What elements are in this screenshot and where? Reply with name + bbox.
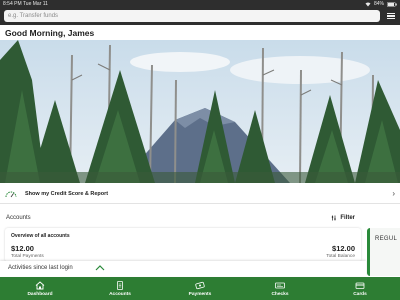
status-bar: 8:54 PM Tue Mar 11 84% xyxy=(0,0,400,8)
activities-bar[interactable]: Activities since last login xyxy=(0,261,366,276)
search-placeholder: e.g. Transfer funds xyxy=(8,13,59,19)
hero-image xyxy=(0,40,400,183)
status-date: Tue Mar 11 xyxy=(22,1,48,7)
money-icon xyxy=(195,281,205,289)
nav-dashboard[interactable]: Dashboard xyxy=(0,277,80,300)
accounts-overview-card[interactable]: Overview of all accounts $12.00 Total Pa… xyxy=(5,228,361,262)
battery-percent: 84% xyxy=(373,1,384,7)
chevron-right-icon: › xyxy=(392,189,395,198)
forest-mountain-image xyxy=(0,40,400,183)
nav-dashboard-label: Dashboard xyxy=(27,291,53,297)
nav-cards-label: Cards xyxy=(353,291,367,297)
filter-label: Filter xyxy=(340,215,355,221)
nav-payments-label: Payments xyxy=(188,291,212,297)
document-icon xyxy=(117,280,123,290)
search-input[interactable]: e.g. Transfer funds xyxy=(4,10,380,22)
battery-icon xyxy=(387,1,397,7)
nav-accounts[interactable]: Accounts xyxy=(80,277,160,300)
nav-payments[interactable]: Payments xyxy=(160,277,240,300)
bottom-nav: Dashboard Accounts Payments Checks Cards xyxy=(0,277,400,300)
chevron-up-icon[interactable] xyxy=(94,263,106,273)
nav-cards[interactable]: Cards xyxy=(320,277,400,300)
nav-accounts-label: Accounts xyxy=(109,291,131,297)
credit-score-row[interactable]: Show my Credit Score & Report › xyxy=(0,186,400,204)
nav-checks[interactable]: Checks xyxy=(240,277,320,300)
check-icon xyxy=(275,282,285,288)
filter-button[interactable]: Filter xyxy=(331,215,355,221)
regular-account-label: REGUL xyxy=(375,236,398,242)
app-header: 8:54 PM Tue Mar 11 84% e.g. Transfer fun… xyxy=(0,0,400,25)
wifi-icon xyxy=(365,2,371,6)
regular-account-card[interactable]: REGUL xyxy=(367,228,400,276)
gauge-icon xyxy=(5,191,17,198)
status-left: 8:54 PM Tue Mar 11 xyxy=(3,1,48,7)
credit-score-label: Show my Credit Score & Report xyxy=(25,191,109,197)
total-balance-label: Total Balance xyxy=(326,254,355,259)
total-balance-amount: $12.00 xyxy=(332,244,355,253)
activities-label: Activities since last login xyxy=(8,265,73,271)
total-payments-amount: $12.00 xyxy=(11,244,34,253)
hamburger-menu-icon[interactable] xyxy=(385,10,397,22)
status-time: 8:54 PM xyxy=(3,1,22,7)
total-payments-label: Total Payments xyxy=(11,254,44,259)
filter-icon xyxy=(332,215,337,221)
overview-label: Overview of all accounts xyxy=(11,233,70,239)
greeting-title: Good Morning, James xyxy=(5,28,95,38)
accounts-section-title: Accounts xyxy=(6,215,31,221)
status-right: 84% xyxy=(365,1,397,7)
card-icon xyxy=(355,282,365,289)
nav-checks-label: Checks xyxy=(271,291,289,297)
home-icon xyxy=(35,280,45,289)
